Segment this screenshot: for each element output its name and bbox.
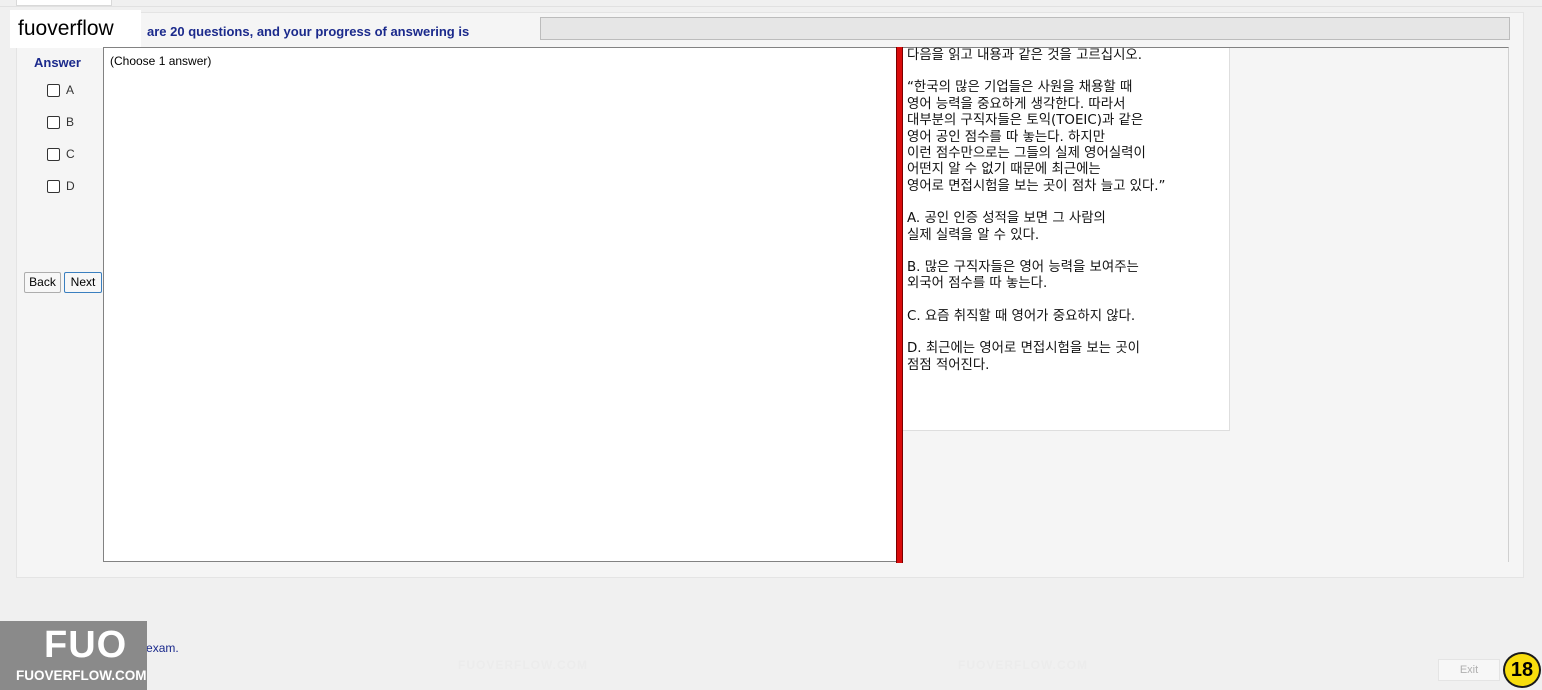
answer-option-d[interactable]: D xyxy=(47,179,75,193)
option-label: A xyxy=(66,83,75,97)
reading-passage: “한국의 많은 기업들은 사원을 채용할 때 영어 능력을 중요하게 생각한다.… xyxy=(907,80,1166,194)
answer-option-c[interactable]: C xyxy=(47,147,75,161)
reading-prompt: 다음을 읽고 내용과 같은 것을 고르십시오. xyxy=(907,48,1142,63)
answer-option-b[interactable]: B xyxy=(47,115,74,129)
exit-button[interactable]: Exit xyxy=(1438,659,1500,681)
top-divider xyxy=(0,6,1542,7)
choose-instruction: (Choose 1 answer) xyxy=(110,54,212,68)
checkbox[interactable] xyxy=(47,83,60,97)
reading-choice-b: B. 많은 구직자들은 영어 능력을 보여주는 외국어 점수를 따 놓는다. xyxy=(907,260,1139,292)
page-badge: 18 xyxy=(1503,652,1541,688)
progress-text: are 20 questions, and your progress of a… xyxy=(147,24,470,39)
watermark-text: FUOVERFLOW.COM xyxy=(958,658,1088,672)
progress-bar xyxy=(540,17,1510,40)
back-button[interactable]: Back xyxy=(24,272,61,293)
option-label: D xyxy=(66,179,75,193)
logo-big-text: FUO xyxy=(44,624,128,666)
option-label: B xyxy=(66,115,75,129)
reading-choice-a: A. 공인 인증 성적을 보면 그 사람의 실제 실력을 알 수 있다. xyxy=(907,211,1106,243)
answer-title: Answer xyxy=(34,55,81,70)
checkbox[interactable] xyxy=(47,115,60,129)
checkbox[interactable] xyxy=(47,179,60,193)
reading-content: 다음을 읽고 내용과 같은 것을 고르십시오. “한국의 많은 기업들은 사원을… xyxy=(907,48,1227,374)
answer-option-a[interactable]: A xyxy=(47,83,74,97)
option-label: C xyxy=(66,147,75,161)
question-area xyxy=(103,47,896,562)
reading-choice-c: C. 요즘 취직할 때 영어가 중요하지 않다. xyxy=(907,308,1136,324)
checkbox[interactable] xyxy=(47,147,60,161)
fuo-logo: FUO FUOVERFLOW.COM xyxy=(0,621,147,690)
watermark-text: FUOVERFLOW.COM xyxy=(458,658,588,672)
reading-choice-d: D. 최근에는 영어로 면접시험을 보는 곳이 점점 적어진다. xyxy=(907,341,1140,373)
logo-small-text: FUOVERFLOW.COM xyxy=(16,668,147,683)
panel-splitter[interactable] xyxy=(896,47,903,563)
next-button[interactable]: Next xyxy=(64,272,102,293)
brand-label: fuoverflow xyxy=(10,10,141,48)
